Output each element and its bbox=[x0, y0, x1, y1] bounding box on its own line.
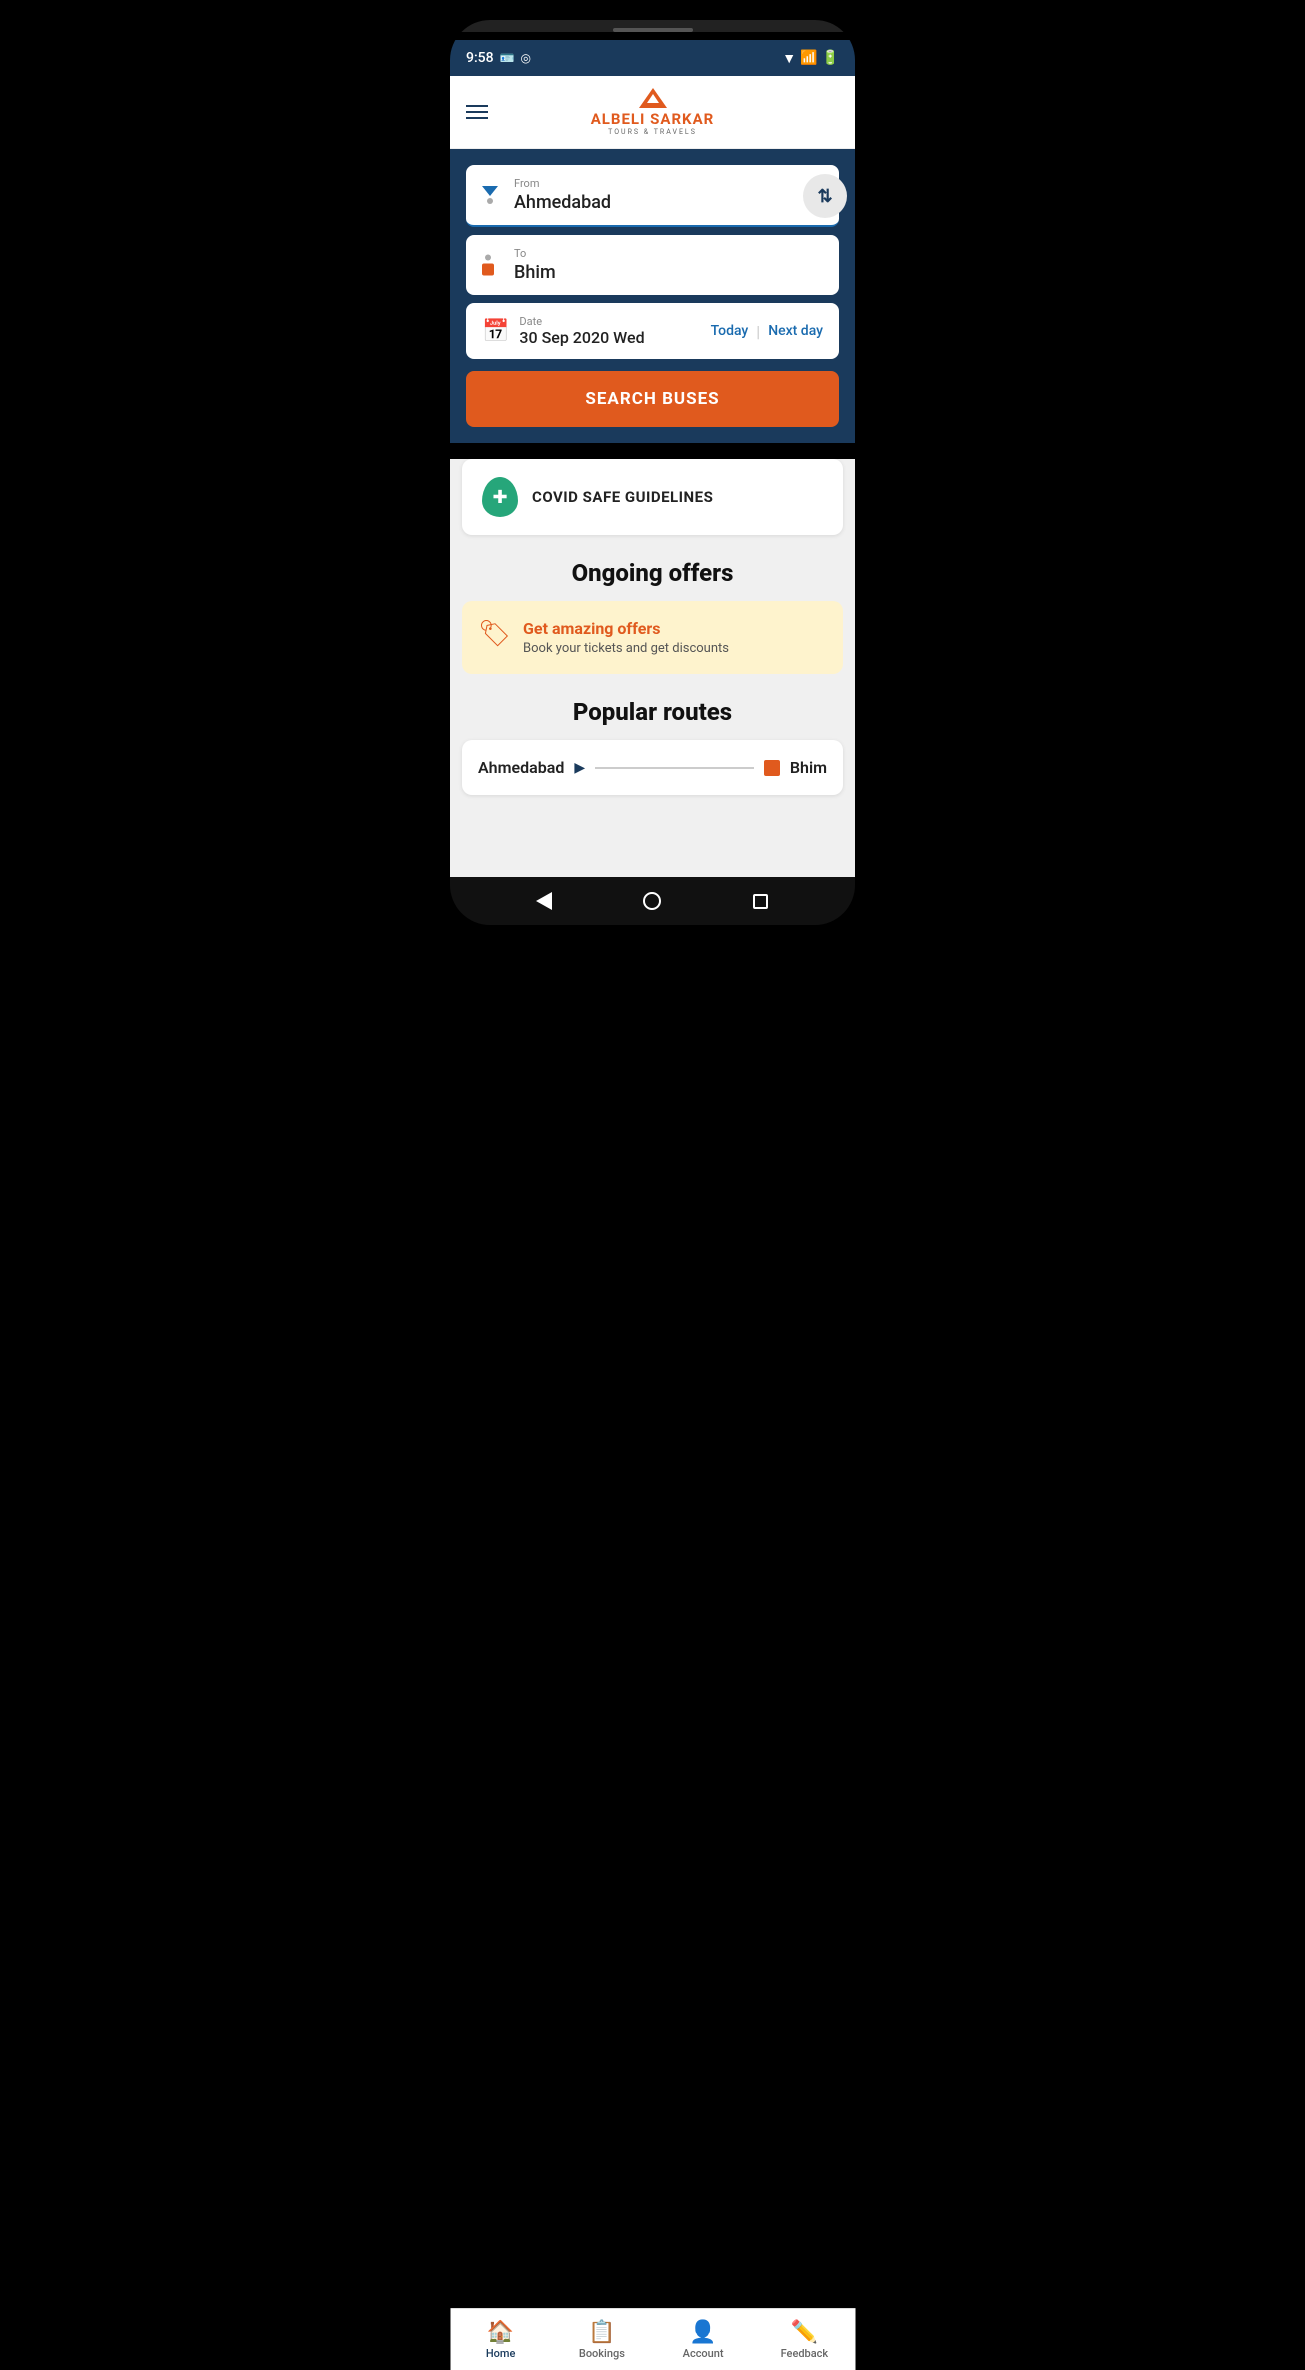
popular-routes-section: Popular routes Ahmedabad ▶ Bhim bbox=[450, 698, 855, 795]
offer-tag-icon: 🏷 bbox=[478, 619, 511, 649]
route-to: Bhim bbox=[790, 758, 827, 777]
phone-frame: 9:58 🪪 ◎ ▼ 📶 🔋 ALBELI SARKAR TOURS & TRA… bbox=[450, 20, 855, 925]
sim-icon: 🪪 bbox=[500, 51, 515, 65]
to-input-card[interactable]: To Bhim bbox=[466, 235, 839, 295]
from-label: From bbox=[514, 177, 823, 190]
battery-icon: 🔋 bbox=[822, 50, 839, 66]
hamburger-menu[interactable] bbox=[466, 105, 488, 119]
wifi-icon: ▼ bbox=[782, 50, 796, 67]
to-label: To bbox=[514, 247, 823, 260]
to-location-icon bbox=[482, 255, 494, 276]
swap-icon: ⇅ bbox=[817, 186, 832, 207]
popular-routes-title: Popular routes bbox=[450, 698, 855, 726]
main-content: ✚ COVID SAFE GUIDELINES Ongoing offers 🏷… bbox=[450, 459, 855, 877]
covid-text: COVID SAFE GUIDELINES bbox=[532, 488, 713, 506]
to-value[interactable]: Bhim bbox=[514, 262, 823, 283]
today-button[interactable]: Today bbox=[711, 323, 749, 339]
signal-icon: 📶 bbox=[800, 50, 817, 66]
date-shortcuts: Today | Next day bbox=[711, 322, 823, 341]
home-button[interactable] bbox=[642, 891, 662, 911]
system-nav-bar bbox=[450, 877, 855, 925]
date-card[interactable]: 📅 Date 30 Sep 2020 Wed Today | Next day bbox=[466, 303, 839, 359]
search-buses-button[interactable]: SEARCH BUSES bbox=[466, 371, 839, 427]
logo: ALBELI SARKAR TOURS & TRAVELS bbox=[591, 88, 715, 136]
offers-title: Ongoing offers bbox=[450, 559, 855, 587]
covid-banner[interactable]: ✚ COVID SAFE GUIDELINES bbox=[462, 459, 843, 535]
offer-card[interactable]: 🏷 Get amazing offers Book your tickets a… bbox=[462, 601, 843, 674]
from-location-icon bbox=[482, 186, 498, 204]
notification-icon: ◎ bbox=[521, 51, 531, 65]
swipe-handle bbox=[613, 28, 693, 32]
time-display: 9:58 bbox=[466, 50, 494, 66]
from-value[interactable]: Ahmedabad bbox=[514, 192, 823, 213]
logo-triangle-icon bbox=[639, 88, 667, 108]
swap-button[interactable]: ⇅ bbox=[803, 174, 847, 218]
route-arrow-icon: ▶ bbox=[574, 760, 585, 776]
route-line bbox=[595, 767, 754, 769]
route-to-icon bbox=[764, 760, 780, 776]
offer-details: Get amazing offers Book your tickets and… bbox=[523, 619, 729, 656]
logo-brand: ALBELI SARKAR bbox=[591, 110, 715, 128]
logo-subtitle: TOURS & TRAVELS bbox=[608, 128, 697, 136]
route-card[interactable]: Ahmedabad ▶ Bhim bbox=[462, 740, 843, 795]
date-divider: | bbox=[756, 322, 760, 341]
app-header: ALBELI SARKAR TOURS & TRAVELS bbox=[450, 76, 855, 149]
offers-section: Ongoing offers 🏷 Get amazing offers Book… bbox=[450, 559, 855, 674]
date-value: 30 Sep 2020 Wed bbox=[519, 328, 644, 347]
offer-description: Book your tickets and get discounts bbox=[523, 641, 729, 656]
route-from: Ahmedabad bbox=[478, 758, 564, 777]
calendar-icon: 📅 bbox=[482, 319, 509, 344]
recents-button[interactable] bbox=[751, 891, 771, 911]
covid-shield-icon: ✚ bbox=[482, 477, 518, 517]
status-bar: 9:58 🪪 ◎ ▼ 📶 🔋 bbox=[450, 40, 855, 76]
back-button[interactable] bbox=[534, 891, 554, 911]
search-panel: From Ahmedabad ⇅ To Bhim 📅 Date 30 Sep 2… bbox=[450, 149, 855, 443]
next-day-button[interactable]: Next day bbox=[768, 323, 823, 339]
date-label: Date bbox=[519, 315, 644, 328]
offer-title: Get amazing offers bbox=[523, 619, 729, 638]
from-input-card[interactable]: From Ahmedabad bbox=[466, 165, 839, 227]
